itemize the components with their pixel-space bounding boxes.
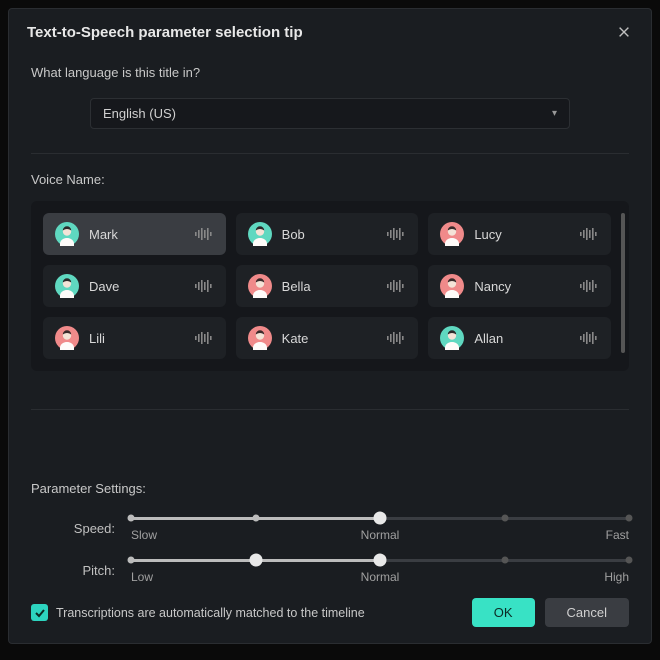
auto-match-checkbox[interactable] [31, 604, 48, 621]
checkbox-label: Transcriptions are automatically matched… [56, 606, 365, 620]
speed-slider[interactable] [131, 510, 629, 526]
speed-low-label: Slow [131, 528, 157, 542]
pitch-handle-secondary[interactable] [374, 554, 387, 567]
voice-name-label: Mark [89, 227, 184, 242]
speed-high-label: Fast [606, 528, 629, 542]
voice-card-kate[interactable]: Kate [236, 317, 419, 359]
voice-name-label: Bella [282, 279, 377, 294]
voice-name-label: Dave [89, 279, 184, 294]
voice-card-lili[interactable]: Lili [43, 317, 226, 359]
voice-name-label: Lucy [474, 227, 569, 242]
waveform-icon [194, 331, 214, 345]
dialog-footer: Transcriptions are automatically matched… [9, 592, 651, 643]
ok-button[interactable]: OK [472, 598, 535, 627]
voice-card-nancy[interactable]: Nancy [428, 265, 611, 307]
voice-name-label: Nancy [474, 279, 569, 294]
avatar-icon [248, 222, 272, 246]
waveform-icon [579, 279, 599, 293]
avatar-icon [55, 274, 79, 298]
waveform-icon [579, 227, 599, 241]
params-label: Parameter Settings: [31, 481, 629, 496]
voice-card-bella[interactable]: Bella [236, 265, 419, 307]
dialog-title: Text-to-Speech parameter selection tip [27, 24, 303, 41]
waveform-icon [194, 227, 214, 241]
avatar-icon [248, 274, 272, 298]
voice-card-lucy[interactable]: Lucy [428, 213, 611, 255]
divider [31, 153, 629, 154]
avatar-icon [55, 326, 79, 350]
close-icon [617, 25, 631, 39]
voice-name-label: Bob [282, 227, 377, 242]
pitch-low-label: Low [131, 570, 153, 584]
speed-handle[interactable] [374, 512, 387, 525]
waveform-icon [194, 279, 214, 293]
voice-card-mark[interactable]: Mark [43, 213, 226, 255]
speed-label: Speed: [31, 521, 131, 536]
avatar-icon [440, 326, 464, 350]
voice-name-label: Kate [282, 331, 377, 346]
avatar-icon [440, 274, 464, 298]
voice-card-dave[interactable]: Dave [43, 265, 226, 307]
pitch-label: Pitch: [31, 563, 131, 578]
avatar-icon [55, 222, 79, 246]
voice-panel: Mark Bob Lucy [31, 201, 629, 371]
chevron-down-icon: ▾ [552, 108, 557, 119]
parameter-settings: Parameter Settings: Speed: Slow [31, 481, 629, 592]
voice-scrollbar[interactable] [621, 213, 625, 353]
divider [31, 409, 629, 410]
voice-card-bob[interactable]: Bob [236, 213, 419, 255]
speed-mid-label: Normal [361, 528, 400, 542]
waveform-icon [386, 331, 406, 345]
check-icon [34, 607, 46, 619]
titlebar: Text-to-Speech parameter selection tip [9, 9, 651, 51]
voice-card-allan[interactable]: Allan [428, 317, 611, 359]
language-select[interactable]: English (US) ▾ [90, 98, 570, 129]
tts-dialog: Text-to-Speech parameter selection tip W… [8, 8, 652, 644]
waveform-icon [386, 279, 406, 293]
waveform-icon [386, 227, 406, 241]
close-button[interactable] [615, 23, 633, 41]
language-question: What language is this title in? [31, 65, 629, 80]
pitch-high-label: High [604, 570, 629, 584]
cancel-button[interactable]: Cancel [545, 598, 629, 627]
language-selected-value: English (US) [103, 106, 176, 121]
pitch-handle[interactable] [249, 554, 262, 567]
pitch-slider[interactable] [131, 552, 629, 568]
avatar-icon [248, 326, 272, 350]
waveform-icon [579, 331, 599, 345]
voice-name-label: Allan [474, 331, 569, 346]
avatar-icon [440, 222, 464, 246]
voice-name-label: Lili [89, 331, 184, 346]
voice-section-label: Voice Name: [31, 172, 629, 187]
pitch-mid-label: Normal [361, 570, 400, 584]
